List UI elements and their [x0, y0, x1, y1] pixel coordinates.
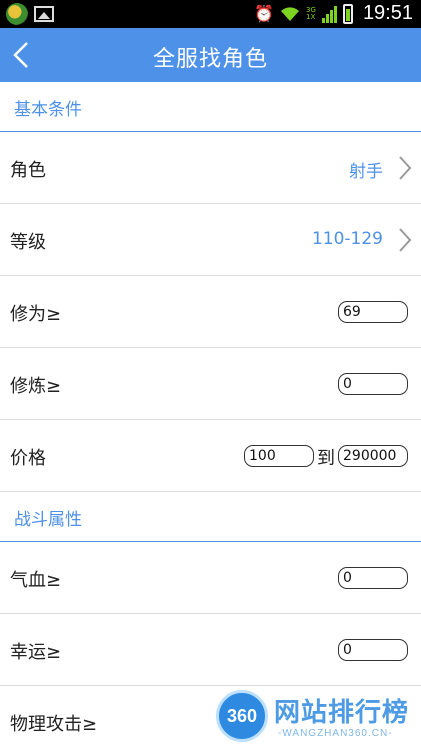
qixue-row: 气血≥ — [0, 542, 421, 614]
price-label: 价格 — [10, 448, 46, 469]
watermark-badge: 360 — [216, 690, 268, 742]
status-time: 19:51 — [362, 2, 413, 24]
section-battle-header: 战斗属性 — [0, 492, 421, 542]
price-to-label: 到 — [317, 448, 335, 469]
alarm-icon: ⏰ — [254, 4, 274, 23]
chevron-right-icon — [399, 156, 412, 180]
app-notification-icon — [6, 3, 28, 25]
status-bar: ⏰ 3G 1X 19:51 — [0, 0, 421, 28]
qixue-input[interactable] — [338, 567, 408, 589]
xiuwei-input[interactable] — [338, 301, 408, 323]
level-label: 等级 — [10, 232, 46, 253]
level-row[interactable]: 等级 110-129 — [0, 204, 421, 276]
xingyun-input[interactable] — [338, 639, 408, 661]
page-title: 全服找角色 — [152, 47, 268, 72]
price-row: 价格 到 — [0, 420, 421, 492]
chevron-right-icon — [399, 228, 412, 252]
role-label: 角色 — [10, 160, 46, 181]
xiuwei-row: 修为≥ — [0, 276, 421, 348]
wifi-icon — [280, 4, 300, 24]
battery-icon — [342, 3, 353, 24]
xingyun-row: 幸运≥ — [0, 614, 421, 686]
role-row[interactable]: 角色 射手 — [0, 132, 421, 204]
watermark-sub: -WANGZHAN360.CN- — [278, 728, 393, 739]
network-1x-label: 1X — [306, 12, 316, 21]
section-basic-title: 基本条件 — [14, 100, 82, 120]
network-type: 3G 1X — [306, 6, 316, 21]
section-basic-header: 基本条件 — [0, 82, 421, 132]
status-right: ⏰ 3G 1X 19:51 — [254, 2, 413, 25]
watermark-text: 网站排行榜 — [274, 698, 410, 728]
wuli-label: 物理攻击≥ — [10, 714, 98, 735]
nav-bar: 全服找角色 — [0, 28, 421, 82]
xiulian-label: 修炼≥ — [10, 376, 62, 397]
qixue-label: 气血≥ — [10, 570, 62, 591]
section-battle-title: 战斗属性 — [14, 510, 82, 530]
xingyun-label: 幸运≥ — [10, 642, 62, 663]
xiuwei-label: 修为≥ — [10, 304, 62, 325]
level-value: 110-129 — [311, 229, 383, 249]
watermark: 360 网站排行榜 -WANGZHAN360.CN- — [216, 690, 421, 750]
status-left — [6, 3, 54, 25]
picture-notification-icon — [34, 6, 54, 22]
role-value: 射手 — [349, 162, 383, 182]
xiulian-input[interactable] — [338, 373, 408, 395]
price-min-input[interactable] — [244, 445, 314, 467]
xiulian-row: 修炼≥ — [0, 348, 421, 420]
price-max-input[interactable] — [338, 445, 408, 467]
signal-icon — [321, 5, 337, 23]
